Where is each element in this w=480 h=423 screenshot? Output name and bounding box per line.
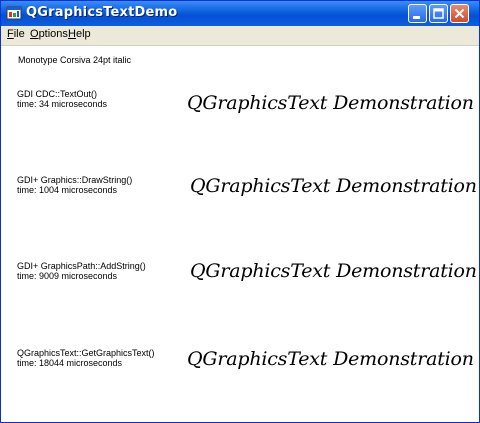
menu-help[interactable]: Help — [68, 28, 91, 40]
client-area: Monotype Corsiva 24pt italic GDI CDC::Te… — [1, 46, 479, 422]
minimize-button[interactable] — [408, 4, 427, 23]
maximize-icon — [433, 8, 444, 19]
close-button[interactable] — [450, 4, 469, 23]
row-time-label: time: 9009 microseconds — [17, 271, 118, 281]
demo-text-getgraphicstext: QGraphicsText Demonstration — [187, 348, 474, 370]
demo-text-textout: QGraphicsText Demonstration — [187, 92, 474, 114]
menu-options[interactable]: Options — [30, 28, 68, 40]
minimize-icon — [413, 16, 420, 19]
window-title: QGraphicsTextDemo — [26, 5, 178, 20]
row-time-label: time: 1004 microseconds — [17, 185, 118, 195]
row-time-label: time: 34 microseconds — [17, 99, 108, 109]
demo-text-addstring: QGraphicsText Demonstration — [190, 260, 477, 282]
menu-file[interactable]: File — [7, 28, 25, 40]
row-method-label: GDI CDC::TextOut() — [17, 89, 98, 99]
font-info-label: Monotype Corsiva 24pt italic — [18, 55, 132, 65]
title-bar[interactable]: QGraphicsTextDemo — [1, 1, 479, 26]
demo-text-drawstring: QGraphicsText Demonstration — [190, 175, 477, 197]
menu-bar: File Options Help — [1, 26, 479, 46]
row-time-label: time: 18044 microseconds — [17, 358, 123, 368]
maximize-button[interactable] — [429, 4, 448, 23]
app-window: QGraphicsTextDemo File Options Help Mono… — [0, 0, 480, 423]
app-icon — [6, 6, 22, 20]
row-method-label: QGraphicsText::GetGraphicsText() — [17, 348, 155, 358]
row-method-label: GDI+ Graphics::DrawString() — [17, 175, 133, 185]
close-icon — [454, 8, 465, 19]
row-method-label: GDI+ GraphicsPath::AddString() — [17, 261, 146, 271]
